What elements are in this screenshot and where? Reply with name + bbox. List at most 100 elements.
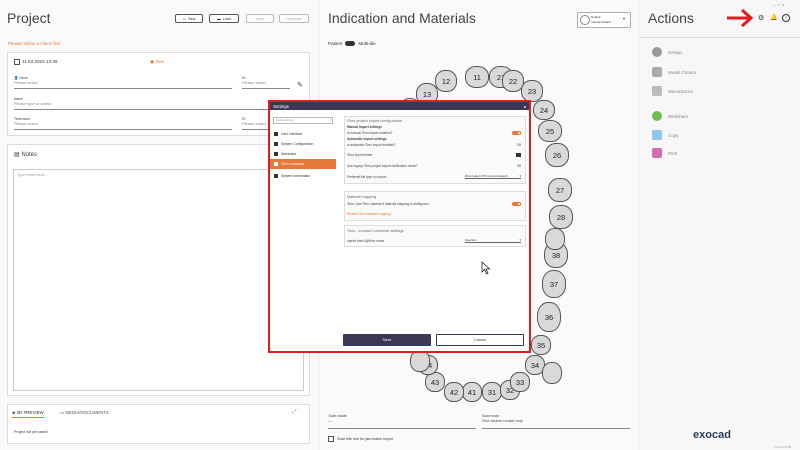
action-design[interactable]: Design [652,47,682,57]
edit-icon[interactable]: ✎ [297,81,303,89]
print-icon [652,148,662,158]
search-icon: ⌕ [330,118,332,122]
tab-3d-preview[interactable]: ◈ 3D PREVIEW [12,410,44,418]
mouse-cursor-icon [481,261,491,275]
patient-toggle[interactable]: Patient Multi-die [328,41,376,46]
tooth-shade-field[interactable]: Tooth shade — [328,414,476,429]
project-status: Project not yet saved [14,430,48,434]
save-button[interactable]: Save [246,14,274,23]
action-webshare-label: Webshare [668,113,689,119]
section3-title: iTero - exocad Connector settings [347,229,404,233]
bell-icon[interactable]: 🔔 [770,14,777,21]
legacy-value[interactable]: Off [517,164,521,168]
tooth-37[interactable]: 37 [542,270,566,298]
tooth-25[interactable]: 25 [538,120,562,142]
client-field[interactable]: 👤 Client Please select [14,76,232,89]
scan-mode-value: One sleeve model only [482,418,523,423]
material-mapping-label: iTero: Use iTero material if material ma… [347,202,429,206]
date-field[interactable]: 11.03.2024 13:36 [22,59,57,64]
technician-field[interactable]: Technician Please select [14,117,232,130]
tooth-43[interactable]: 43 [425,372,445,392]
action-webshare[interactable]: Webshare [652,111,688,121]
patient-multidie-switch[interactable] [345,41,356,46]
nav-user-interface[interactable]: User Interface [270,129,336,139]
scan-mode-field[interactable]: Scan mode One sleeve model only [482,414,630,429]
close-icon[interactable]: ● [524,104,526,109]
nav-webshare-label: Webshare [281,152,297,156]
duplicate-button[interactable]: Duplicate [279,14,309,23]
material-mapping-toggle[interactable] [512,202,521,206]
default-dropdown[interactable]: Default manual default ▾ [577,12,631,28]
chevron-down-icon: ▾ [519,238,521,242]
due-label: Due [155,59,165,64]
nav-webshare[interactable]: Webshare [270,149,336,159]
system-configuration-icon [274,142,278,146]
tooth-42[interactable]: 42 [444,382,464,402]
tooth-12[interactable]: 12 [435,70,457,92]
manual-import-label: Is manual iTero import enabled? [347,131,393,135]
indication-title: Indication and Materials [328,10,476,26]
tooth-11[interactable]: 11 [465,66,489,88]
tooth-41[interactable]: 41 [462,382,482,402]
tooth-unlabeled[interactable] [542,362,562,384]
window-controls[interactable]: – □ × [773,2,784,7]
name-field[interactable]: Name Please type or select [14,97,304,110]
connector-select[interactable]: Insertion ▾ [465,238,521,243]
material-mapping-row: iTero: Use iTero material if material ma… [347,202,521,206]
load-button[interactable]: ▬ Load [209,14,239,23]
notes-textarea[interactable]: Type notes here... [13,169,304,391]
help-icon[interactable]: ? [782,14,790,22]
new-button[interactable]: ▭ New [175,14,203,23]
expand-icon[interactable]: ⤢ ⌃ [292,409,300,415]
user-interface-icon [274,132,278,136]
file-type-select[interactable]: iTero folder (iTO.recommended) ▾ [465,174,521,179]
action-design-label: Design [668,49,683,55]
scan-bite-checkbox[interactable]: Scan bite fork for jaw motion import [328,436,393,442]
tooth-unlabeled[interactable] [545,228,565,250]
client-warning: Please select a client first. [8,41,62,46]
tooth-unlabeled[interactable] [410,350,430,372]
technician-placeholder: Please select [14,121,38,126]
patient-label: Patient [328,41,343,46]
client-id-field[interactable]: ID Please select [242,76,290,89]
tooth-36[interactable]: 36 [537,302,561,332]
manual-import-title: Manual import settings [347,125,382,129]
action-copy[interactable]: Copy [652,130,679,140]
auto-import-label: Is automatic iTero import enabled? [347,143,396,147]
action-model-creator[interactable]: Model Creator [652,67,697,77]
settings-search[interactable]: Find settings ⌕ [273,117,333,124]
material-mapping-link[interactable]: Review iTero material mapping [347,212,521,216]
legacy-row: Use legacy iTero project export notifica… [347,164,521,168]
gear-icon[interactable]: ⚙ [758,14,764,22]
save-label: Save [255,16,265,21]
tooth-24[interactable]: 24 [533,100,555,120]
nav-system-configuration[interactable]: System Configuration [270,139,336,149]
tooth-31[interactable]: 31 [482,382,502,402]
settings-cancel-label: Cancel [474,338,486,342]
auto-import-value[interactable]: Off [517,143,521,147]
nav-system-information[interactable]: System Information [270,171,336,181]
form-box: 11.03.2024 13:36 ▣ Due 👤 Client Please s… [7,52,310,136]
copy-icon [652,130,662,140]
action-manufacture[interactable]: Manufacture [652,86,693,96]
tooth-35[interactable]: 35 [531,335,551,355]
import-folder-row: iTero import folder [347,153,521,157]
settings-titlebar: Settings ● [270,102,529,110]
tooth-26[interactable]: 26 [545,143,569,167]
tooth-33[interactable]: 33 [510,372,530,392]
folder-browse-icon[interactable] [516,153,521,157]
due-field[interactable]: ▣ Due [150,59,164,65]
version-text: v3.2.0.11705 [774,445,792,449]
tooth-28[interactable]: 28 [549,205,573,229]
manual-import-toggle[interactable] [512,131,521,135]
nav-itero-connector[interactable]: iTero connector [270,159,336,169]
connector-row: Import from MyView mode Insertion ▾ [347,238,521,243]
section2-title: Material mapping [347,195,377,199]
itero-connector-icon [274,162,278,166]
action-print[interactable]: Print [652,148,677,158]
tooth-23[interactable]: 23 [521,80,543,102]
settings-cancel-button[interactable]: Cancel [436,334,524,346]
tooth-27[interactable]: 27 [548,178,572,202]
settings-save-button[interactable]: Save [343,334,431,346]
tab-media[interactable]: ▭ MEDIA/DOCUMENTS [60,410,109,416]
